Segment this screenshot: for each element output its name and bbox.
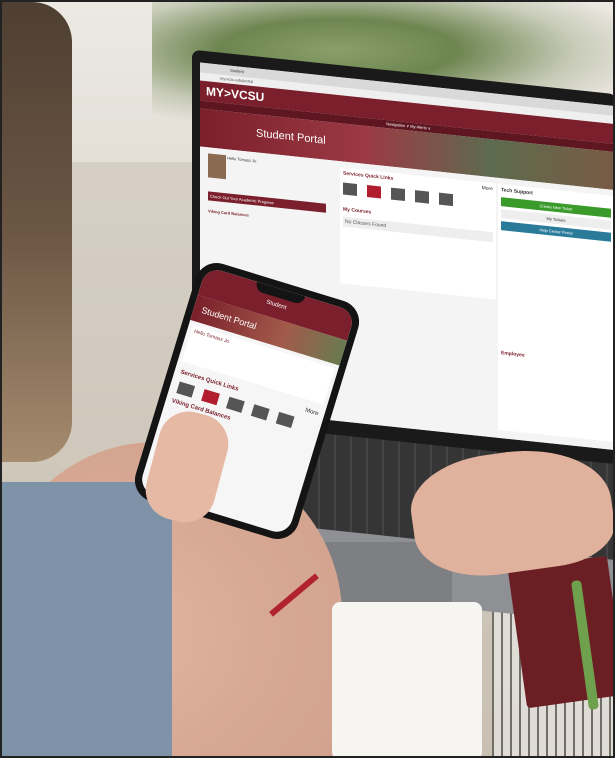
avatar: [208, 153, 226, 180]
tech-support-panel: Tech Support Create New Ticket My Ticket…: [498, 183, 613, 443]
notebook: [332, 602, 482, 756]
quick-links-panel: Services Quick Links More My Courses No …: [340, 167, 496, 300]
red-book: [507, 555, 613, 709]
email-icon[interactable]: [367, 185, 381, 199]
more-link[interactable]: More: [482, 185, 493, 192]
phone-more-link[interactable]: More: [304, 408, 319, 418]
photo-frame: Student my.vcsu.edu/portal MY>VCSU Navig…: [0, 0, 615, 758]
quick-view-icon[interactable]: [391, 187, 405, 202]
phone-profile-greeting: Hello Tomasz Jo: [193, 328, 230, 346]
one-stop-icon[interactable]: [439, 192, 453, 207]
thunderhead-icon[interactable]: [415, 190, 429, 204]
profile-greeting: Hello Tomasz Jo: [227, 155, 257, 164]
quick-link-icons: [343, 182, 493, 211]
person-hair: [2, 2, 72, 462]
person-shirt: [2, 482, 172, 756]
quick-links-heading: Services Quick Links: [343, 170, 394, 182]
profile-column: Hello Tomasz Jo Check Out Your Academic …: [208, 153, 326, 225]
employee-heading: Employee: [501, 350, 525, 359]
blackboard-icon[interactable]: [343, 182, 357, 197]
